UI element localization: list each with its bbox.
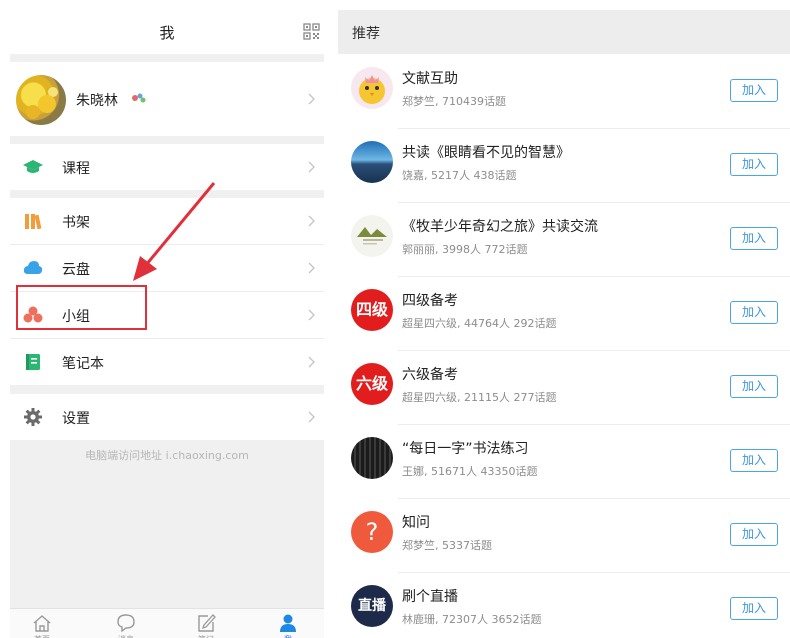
note-edit-icon: [198, 614, 216, 632]
home-icon: [33, 615, 51, 632]
message-icon: [117, 614, 135, 633]
page-title: 我: [159, 24, 175, 42]
chevron-right-icon: [308, 411, 315, 423]
profile-row[interactable]: 朱晓林: [10, 62, 324, 136]
live-avatar: 直播: [351, 585, 393, 627]
group-name: 文献互助: [402, 71, 458, 87]
group-row[interactable]: 四级 四级备考 超星四六级, 44764人 292话题 加入: [338, 277, 790, 351]
live-badge-text: 直播: [358, 598, 386, 614]
menu-item-settings[interactable]: 设置: [10, 394, 324, 440]
menu-label-course: 课程: [62, 161, 90, 177]
cet4-avatar: 四级: [351, 289, 393, 331]
group-meta: 郑梦竺, 5337话题: [402, 539, 492, 552]
chevron-right-icon: [308, 93, 315, 105]
bottom-tab-bar: 首页 消息 笔记 我: [10, 608, 324, 638]
graduation-cap-icon: [23, 160, 43, 173]
menu-item-notebook[interactable]: 笔记本: [10, 339, 324, 385]
join-button[interactable]: 加入: [730, 597, 778, 620]
menu-item-course[interactable]: 课程: [10, 144, 324, 190]
recommend-screen: 推荐 文献互助 郑梦竺, 710439话题 加入 共读《眼睛看不见的智慧》 饶嘉…: [338, 10, 790, 638]
screenshot-root: 我 朱晓林 课程 书架 云盘 小组 笔记本 设置 电脑端访问地址 i.chaox…: [0, 0, 790, 638]
group-meta: 郭丽丽, 3998人 772话题: [402, 243, 528, 256]
bookshelf-icon: [25, 214, 42, 230]
chevron-right-icon: [308, 309, 315, 321]
tab-label-me: 我: [258, 634, 318, 638]
cet6-avatar: 六级: [351, 363, 393, 405]
qr-code-icon[interactable]: [303, 23, 320, 40]
question-avatar: ?: [351, 511, 393, 553]
menu-item-bookshelf[interactable]: 书架: [10, 198, 324, 244]
calligraphy-avatar: [351, 437, 393, 479]
landscape-avatar: [351, 141, 393, 183]
notebook-icon: [26, 354, 40, 370]
menu-label-bookshelf: 书架: [62, 215, 90, 231]
tab-me[interactable]: 我: [258, 613, 318, 638]
person-icon: [280, 614, 296, 632]
menu-label-notebook: 笔记本: [62, 356, 104, 372]
chick-avatar: [351, 67, 393, 109]
me-header: 我: [10, 10, 324, 54]
cet4-badge-text: 四级: [355, 300, 388, 319]
join-button[interactable]: 加入: [730, 79, 778, 102]
menu-label-settings: 设置: [62, 411, 90, 427]
tab-home[interactable]: 首页: [12, 613, 72, 638]
group-row[interactable]: “每日一字”书法练习 王娜, 51671人 43350话题 加入: [338, 425, 790, 499]
chevron-right-icon: [308, 262, 315, 274]
group-row[interactable]: 共读《眼睛看不见的智慧》 饶嘉, 5217人 438话题 加入: [338, 129, 790, 203]
profile-name: 朱晓林: [76, 93, 118, 109]
group-meta: 王娜, 51671人 43350话题: [402, 465, 538, 478]
group-name: 刷个直播: [402, 589, 458, 605]
section-title: 推荐: [352, 26, 380, 42]
avatar: [16, 75, 66, 125]
menu-label-cloud: 云盘: [62, 262, 90, 278]
tab-notes[interactable]: 笔记: [176, 613, 236, 638]
join-button[interactable]: 加入: [730, 375, 778, 398]
group-name: 六级备考: [402, 367, 458, 383]
join-button[interactable]: 加入: [730, 153, 778, 176]
group-row[interactable]: 《牧羊少年奇幻之旅》共读交流 郭丽丽, 3998人 772话题 加入: [338, 203, 790, 277]
chevron-right-icon: [308, 356, 315, 368]
chevron-right-icon: [308, 161, 315, 173]
recommend-header: 推荐: [338, 10, 790, 54]
join-button[interactable]: 加入: [730, 449, 778, 472]
group-meta: 超星四六级, 21115人 277话题: [402, 391, 557, 404]
group-name: 共读《眼睛看不见的智慧》: [402, 145, 570, 161]
group-name: 《牧羊少年奇幻之旅》共读交流: [402, 219, 598, 235]
group-meta: 饶嘉, 5217人 438话题: [402, 169, 517, 182]
tab-messages[interactable]: 消息: [96, 613, 156, 638]
group-name: 四级备考: [402, 293, 458, 309]
question-mark-icon: ?: [365, 518, 379, 546]
tab-label-notes: 笔记: [176, 634, 236, 638]
join-button[interactable]: 加入: [730, 227, 778, 250]
group-badge-icon: [132, 93, 146, 103]
group-row[interactable]: 六级 六级备考 超星四六级, 21115人 277话题 加入: [338, 351, 790, 425]
tab-label-messages: 消息: [96, 634, 156, 638]
group-row[interactable]: 文献互助 郑梦竺, 710439话题 加入: [338, 55, 790, 129]
group-meta: 超星四六级, 44764人 292话题: [402, 317, 557, 330]
cloud-icon: [23, 261, 43, 274]
join-button[interactable]: 加入: [730, 301, 778, 324]
tab-label-home: 首页: [12, 634, 72, 638]
book-cover-avatar: [351, 215, 393, 257]
cet6-badge-text: 六级: [355, 374, 388, 393]
group-name: 知问: [402, 515, 430, 531]
group-row[interactable]: ? 知问 郑梦竺, 5337话题 加入: [338, 499, 790, 573]
group-meta: 林鹿珊, 72307人 3652话题: [402, 613, 542, 626]
web-access-url: 电脑端访问地址 i.chaoxing.com: [85, 449, 249, 462]
gear-icon: [24, 408, 42, 426]
join-button[interactable]: 加入: [730, 523, 778, 546]
chevron-right-icon: [308, 215, 315, 227]
group-meta: 郑梦竺, 710439话题: [402, 95, 506, 108]
highlight-box: [16, 285, 147, 330]
group-row[interactable]: 直播 刷个直播 林鹿珊, 72307人 3652话题 加入: [338, 573, 790, 638]
group-name: “每日一字”书法练习: [402, 441, 529, 457]
